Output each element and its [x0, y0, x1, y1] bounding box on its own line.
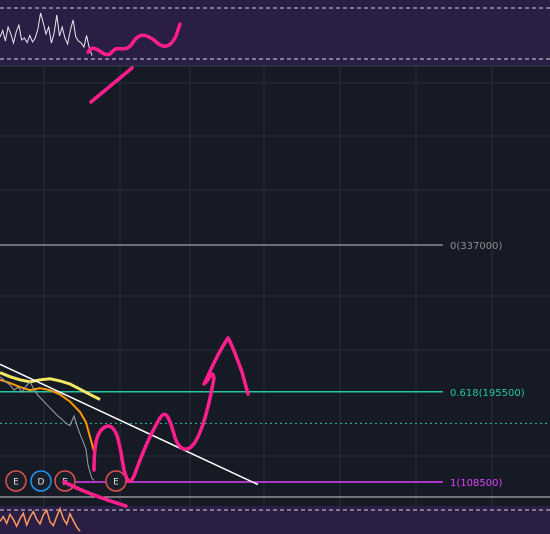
- event-marker-letter-1: D: [38, 478, 45, 488]
- event-markers: EDEE: [5, 470, 127, 492]
- fib-level-label-1: 0.618(195500): [450, 388, 525, 399]
- event-marker-3: E: [105, 470, 127, 492]
- event-marker-letter-0: E: [13, 478, 19, 488]
- event-marker-0: E: [5, 470, 27, 492]
- top-oscillator-pane: [0, 0, 550, 66]
- price-chart[interactable]: 0(337000)0.618(195500)1(108500) EDEE: [0, 0, 550, 534]
- event-marker-1: D: [30, 470, 52, 492]
- chart-background: [0, 0, 550, 534]
- fib-level-label-0: 0(337000): [450, 241, 502, 252]
- event-marker-letter-3: E: [113, 478, 119, 488]
- fib-level-label-2: 1(108500): [450, 478, 502, 489]
